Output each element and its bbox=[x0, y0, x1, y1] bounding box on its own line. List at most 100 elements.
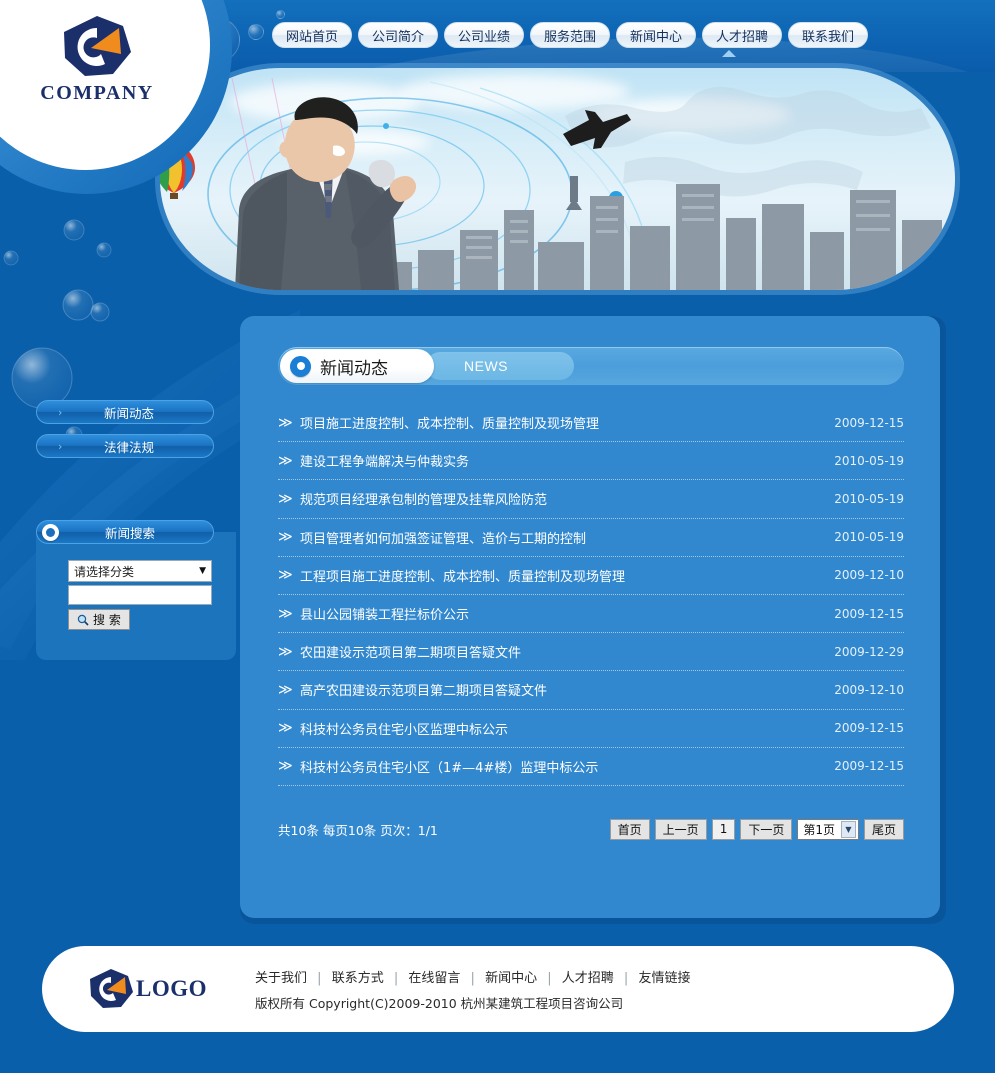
chevron-down-icon: ▼ bbox=[199, 566, 206, 576]
news-section-header: NEWS 新闻动态 bbox=[278, 347, 904, 385]
news-item-date: 2009-12-10 bbox=[834, 682, 904, 697]
news-item-date: 2010-05-19 bbox=[834, 530, 904, 545]
pagination-next-button[interactable]: 下一页 bbox=[740, 818, 793, 840]
news-item-title[interactable]: 项目施工进度控制、成本控制、质量控制及现场管理 bbox=[300, 413, 834, 432]
company-logo-icon bbox=[64, 16, 131, 76]
footer-links: 关于我们 | 联系方式 | 在线留言 | 新闻中心 | 人才招聘 | 友情链接 bbox=[255, 967, 690, 986]
news-item-title[interactable]: 科技村公务员住宅小区（1#—4#楼）监理中标公示 bbox=[300, 757, 834, 776]
sidebar-item-label: 法律法规 bbox=[103, 439, 154, 455]
news-list-item[interactable]: ≫ 项目管理者如何加强签证管理、造价与工期的控制 2010-05-19 bbox=[278, 519, 904, 557]
chevron-right-icon: › bbox=[58, 405, 63, 419]
search-submit-button[interactable]: 搜 索 bbox=[68, 609, 130, 630]
footer-link-about[interactable]: 关于我们 bbox=[255, 971, 307, 986]
news-section-title: 新闻动态 bbox=[320, 358, 388, 379]
chevron-double-right-icon: ≫ bbox=[278, 529, 293, 546]
news-item-date: 2009-12-15 bbox=[834, 721, 904, 736]
footer-link-contact[interactable]: 联系方式 bbox=[332, 971, 384, 986]
news-section-title-pill: 新闻动态 bbox=[280, 349, 434, 383]
news-search-header: 新闻搜索 bbox=[36, 520, 214, 544]
footer-copyright: 版权所有 Copyright(C)2009-2010 杭州某建筑工程项目咨询公司 bbox=[255, 995, 624, 1011]
news-item-date: 2009-12-15 bbox=[834, 606, 904, 621]
sidebar-item-label: 新闻动态 bbox=[103, 405, 154, 421]
footer-separator: | bbox=[393, 970, 399, 986]
chevron-double-right-icon: ≫ bbox=[278, 681, 293, 698]
nav-item-contact[interactable]: 联系我们 bbox=[788, 22, 868, 48]
sidebar-item-news[interactable]: › 新闻动态 bbox=[36, 400, 214, 424]
footer-separator: | bbox=[623, 970, 629, 986]
footer-logo[interactable]: LOGO bbox=[88, 968, 207, 1010]
search-category-value: 请选择分类 bbox=[74, 564, 135, 579]
news-item-date: 2010-05-19 bbox=[834, 491, 904, 506]
news-list-item[interactable]: ≫ 建设工程争端解决与仲裁实务 2010-05-19 bbox=[278, 442, 904, 481]
news-item-title[interactable]: 县山公园铺装工程拦标价公示 bbox=[300, 604, 834, 623]
pagination-info: 共10条 每页10条 页次：1/1 bbox=[278, 822, 438, 838]
pagination-last-button[interactable]: 尾页 bbox=[863, 818, 904, 840]
sidebar-item-regulations[interactable]: › 法律法规 bbox=[36, 434, 214, 458]
chevron-double-right-icon: ≫ bbox=[278, 720, 293, 737]
chevron-double-right-icon: ≫ bbox=[278, 567, 293, 584]
footer-link-message[interactable]: 在线留言 bbox=[408, 971, 460, 986]
news-list-item[interactable]: ≫ 高产农田建设示范项目第二期项目答疑文件 2009-12-10 bbox=[278, 671, 904, 710]
pagination-page-select-value: 第1页 bbox=[803, 822, 835, 837]
search-category-select[interactable]: 请选择分类 ▼ bbox=[68, 560, 212, 582]
site-footer: LOGO 关于我们 | 联系方式 | 在线留言 | 新闻中心 | 人才招聘 | … bbox=[42, 946, 954, 1032]
nav-item-about[interactable]: 公司简介 bbox=[358, 22, 438, 48]
news-item-title[interactable]: 工程项目施工进度控制、成本控制、质量控制及现场管理 bbox=[300, 566, 834, 585]
news-item-date: 2009-12-15 bbox=[834, 759, 904, 774]
news-item-date: 2009-12-29 bbox=[834, 644, 904, 659]
news-search-body: 请选择分类 ▼ 搜 索 bbox=[36, 532, 236, 660]
chevron-double-right-icon: ≫ bbox=[278, 490, 293, 507]
company-logo-icon bbox=[90, 969, 133, 1008]
footer-link-friendly-links[interactable]: 友情链接 bbox=[638, 971, 690, 986]
pagination-first-button[interactable]: 首页 bbox=[609, 818, 650, 840]
nav-item-news[interactable]: 新闻中心 bbox=[616, 22, 696, 48]
footer-texts: 关于我们 | 联系方式 | 在线留言 | 新闻中心 | 人才招聘 | 友情链接 … bbox=[255, 967, 690, 1012]
search-button-label: 搜 索 bbox=[93, 613, 121, 627]
nav-item-careers[interactable]: 人才招聘 bbox=[702, 22, 782, 48]
pagination-controls: 首页 上一页 1 下一页 第1页 ▼ 尾页 bbox=[609, 818, 904, 840]
news-list-item[interactable]: ≫ 农田建设示范项目第二期项目答疑文件 2009-12-29 bbox=[278, 633, 904, 672]
news-item-date: 2009-12-15 bbox=[834, 415, 904, 430]
hero-banner bbox=[160, 68, 955, 290]
news-item-title[interactable]: 建设工程争端解决与仲裁实务 bbox=[300, 451, 834, 470]
news-content-panel: NEWS 新闻动态 ≫ 项目施工进度控制、成本控制、质量控制及现场管理 2009… bbox=[240, 316, 940, 918]
chevron-double-right-icon: ≫ bbox=[278, 414, 293, 431]
airplane-icon bbox=[563, 110, 631, 149]
footer-separator: | bbox=[317, 970, 322, 986]
news-search-title: 新闻搜索 bbox=[104, 525, 155, 541]
news-item-title[interactable]: 项目管理者如何加强签证管理、造价与工期的控制 bbox=[300, 528, 834, 547]
footer-logo-wordmark: LOGO bbox=[136, 976, 208, 1001]
news-item-title[interactable]: 规范项目经理承包制的管理及挂靠风险防范 bbox=[300, 489, 834, 508]
news-list-item[interactable]: ≫ 县山公园铺装工程拦标价公示 2009-12-15 bbox=[278, 595, 904, 634]
news-list-item[interactable]: ≫ 科技村公务员住宅小区（1#—4#楼）监理中标公示 2009-12-15 bbox=[278, 748, 904, 786]
sidebar-nav: › 新闻动态 › 法律法规 bbox=[0, 330, 240, 458]
ring-bullet-icon bbox=[290, 355, 311, 377]
news-item-title[interactable]: 高产农田建设示范项目第二期项目答疑文件 bbox=[300, 680, 834, 699]
chevron-double-right-icon: ≫ bbox=[278, 452, 293, 469]
chevron-double-right-icon: ≫ bbox=[278, 605, 293, 622]
nav-item-home[interactable]: 网站首页 bbox=[272, 22, 352, 48]
news-list-item[interactable]: ≫ 规范项目经理承包制的管理及挂靠风险防范 2010-05-19 bbox=[278, 480, 904, 519]
news-search-box: 新闻搜索 请选择分类 ▼ 搜 索 bbox=[36, 520, 244, 660]
pagination: 共10条 每页10条 页次：1/1 首页 上一页 1 下一页 第1页 ▼ 尾页 bbox=[278, 814, 904, 844]
news-item-date: 2009-12-10 bbox=[834, 568, 904, 583]
footer-link-careers[interactable]: 人才招聘 bbox=[562, 971, 614, 986]
nav-item-services[interactable]: 服务范围 bbox=[530, 22, 610, 48]
left-sidebar: › 新闻动态 › 法律法规 新闻搜索 请选择分类 ▼ 搜 索 bbox=[0, 330, 240, 660]
news-list: ≫ 项目施工进度控制、成本控制、质量控制及现场管理 2009-12-15 ≫ 建… bbox=[278, 404, 904, 786]
news-item-title[interactable]: 科技村公务员住宅小区监理中标公示 bbox=[300, 719, 834, 738]
search-keyword-input[interactable] bbox=[68, 585, 212, 605]
footer-link-news[interactable]: 新闻中心 bbox=[485, 971, 537, 986]
news-list-item[interactable]: ≫ 科技村公务员住宅小区监理中标公示 2009-12-15 bbox=[278, 710, 904, 748]
news-list-item[interactable]: ≫ 工程项目施工进度控制、成本控制、质量控制及现场管理 2009-12-10 bbox=[278, 557, 904, 595]
pagination-page-select[interactable]: 第1页 ▼ bbox=[797, 818, 859, 840]
chevron-double-right-icon: ≫ bbox=[278, 643, 293, 660]
pagination-prev-button[interactable]: 上一页 bbox=[654, 818, 707, 840]
chevron-right-icon: › bbox=[58, 439, 63, 453]
news-item-title[interactable]: 农田建设示范项目第二期项目答疑文件 bbox=[300, 642, 834, 661]
pagination-current-page[interactable]: 1 bbox=[711, 818, 736, 840]
news-list-item[interactable]: ≫ 项目施工进度控制、成本控制、质量控制及现场管理 2009-12-15 bbox=[278, 404, 904, 443]
search-icon bbox=[77, 614, 89, 626]
nav-item-performance[interactable]: 公司业绩 bbox=[444, 22, 524, 48]
site-logo[interactable]: COMPANY bbox=[22, 14, 172, 105]
